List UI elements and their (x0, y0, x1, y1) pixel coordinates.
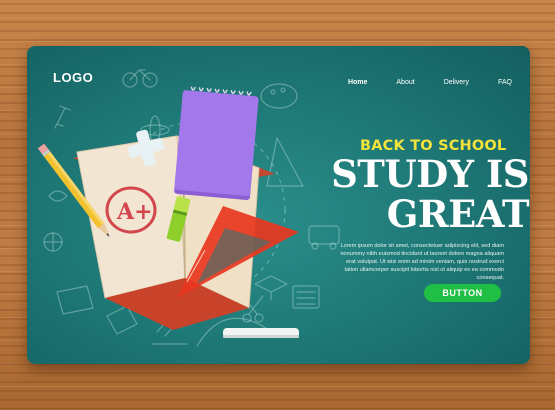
headline-line-2: GREAT (386, 192, 530, 236)
top-nav: Home About Delivery FAQ (319, 79, 512, 86)
nav-home[interactable]: Home (348, 79, 367, 86)
hero-body-text: Lorem ipsum dolor sit amet, consectetuer… (340, 243, 504, 281)
grade-text: A+ (116, 199, 153, 225)
nav-about[interactable]: About (396, 79, 414, 86)
chalk-stick (223, 328, 299, 338)
nav-faq[interactable]: FAQ (498, 79, 512, 86)
nav-delivery[interactable]: Delivery (444, 79, 469, 86)
spiral-notepad (174, 86, 259, 200)
chalkboard-panel: A+ LOGO Home About Delivery FAQ BACK TO … (27, 46, 530, 364)
logo[interactable]: LOGO (53, 70, 93, 85)
cta-button[interactable]: BUTTON (424, 284, 501, 302)
hero-headline: STUDY IS GREAT (329, 154, 529, 234)
headline-line-1: STUDY IS (331, 152, 529, 196)
